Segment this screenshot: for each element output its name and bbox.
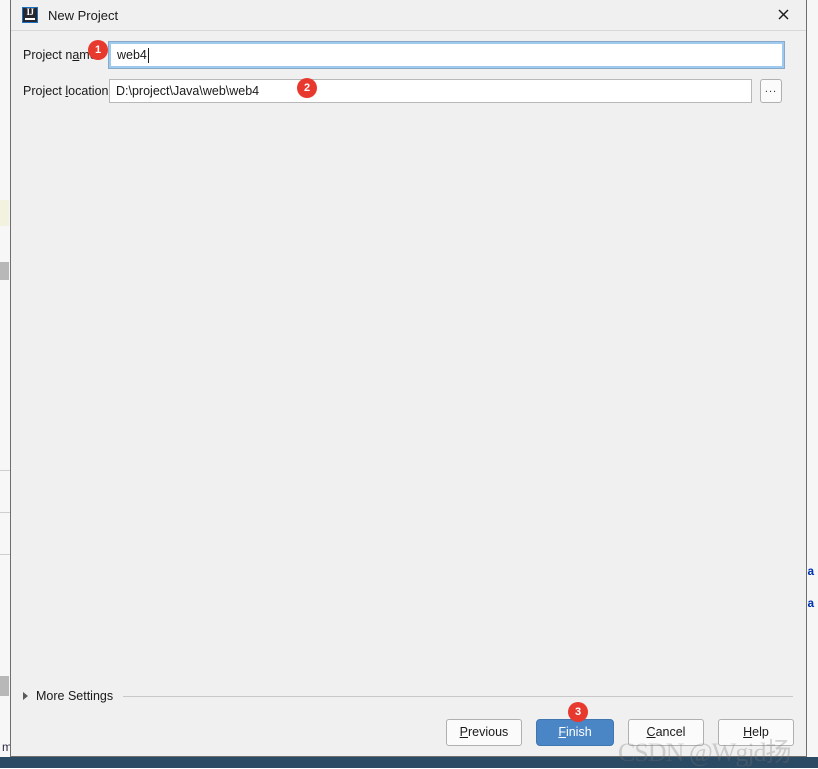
text-caret — [147, 47, 149, 63]
project-name-row: Project name: web4 — [11, 41, 806, 69]
dialog-titlebar: New Project — [11, 0, 806, 31]
project-name-label-prefix: Project n — [23, 48, 73, 62]
help-button-mnemonic: H — [743, 725, 753, 739]
ellipsis-icon: ... — [764, 82, 778, 95]
dialog-title: New Project — [48, 7, 119, 23]
ide-left-scroll-thumb-2[interactable] — [0, 676, 9, 696]
more-settings-separator — [123, 695, 793, 697]
ide-left-highlight — [0, 200, 9, 226]
finish-button-mnemonic: F — [558, 725, 566, 739]
annotation-badge-3: 3 — [568, 702, 588, 722]
annotation-badge-2: 2 — [297, 78, 317, 98]
ide-left-scroll-thumb[interactable] — [0, 262, 9, 280]
help-button[interactable]: Help — [718, 718, 794, 746]
browse-folder-button[interactable]: ... — [760, 79, 782, 103]
annotation-badge-1: 1 — [88, 40, 108, 60]
previous-button-label: revious — [468, 725, 509, 739]
cancel-button-mnemonic: C — [646, 725, 656, 739]
project-name-value: web4 — [117, 48, 147, 62]
project-location-row: Project location: D:\project\Java\web\we… — [11, 78, 806, 104]
finish-button[interactable]: Finish — [536, 718, 614, 746]
more-settings-toggle[interactable]: More Settings — [23, 686, 793, 706]
intellij-idea-icon — [22, 7, 38, 23]
cancel-button[interactable]: Cancel — [628, 718, 704, 746]
project-location-input[interactable]: D:\project\Java\web\web4 — [109, 79, 752, 103]
project-name-input[interactable]: web4 — [108, 41, 785, 69]
close-button[interactable] — [760, 0, 806, 29]
project-location-value: D:\project\Java\web\web4 — [116, 84, 260, 98]
close-icon — [778, 9, 788, 20]
project-location-label: Project location: — [11, 84, 112, 98]
previous-button[interactable]: Previous — [446, 718, 522, 746]
cancel-button-label: ancel — [655, 725, 686, 739]
new-project-dialog: New Project Project name: web4 Project l… — [10, 0, 807, 757]
dialog-body: Project name: web4 Project location: D:\… — [11, 31, 806, 756]
ide-status-bar — [0, 757, 818, 768]
dialog-footer: Previous Finish Cancel Help — [11, 708, 806, 756]
finish-button-label: inish — [565, 725, 592, 739]
chevron-right-icon — [23, 692, 28, 700]
previous-button-mnemonic: P — [459, 725, 469, 739]
more-settings-label: More Settings — [36, 689, 114, 703]
project-location-label-suffix: ocation: — [68, 84, 112, 98]
project-location-label-prefix: Project — [23, 84, 66, 98]
help-button-label: elp — [752, 725, 769, 739]
